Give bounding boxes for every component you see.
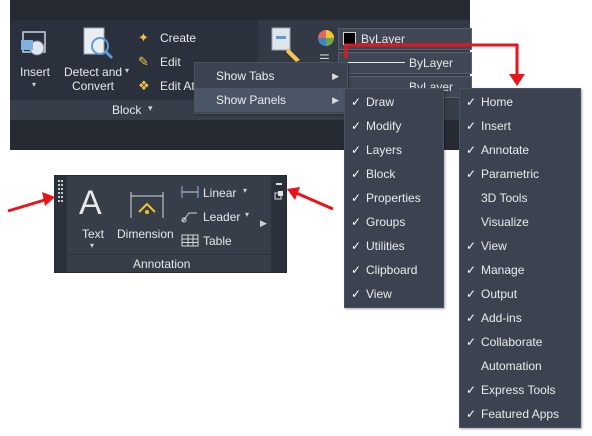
red-arrow-icon <box>344 43 525 86</box>
red-arrow-icon <box>7 192 55 213</box>
annotation-arrows-layer <box>7 43 525 213</box>
red-arrow-icon <box>287 187 334 211</box>
